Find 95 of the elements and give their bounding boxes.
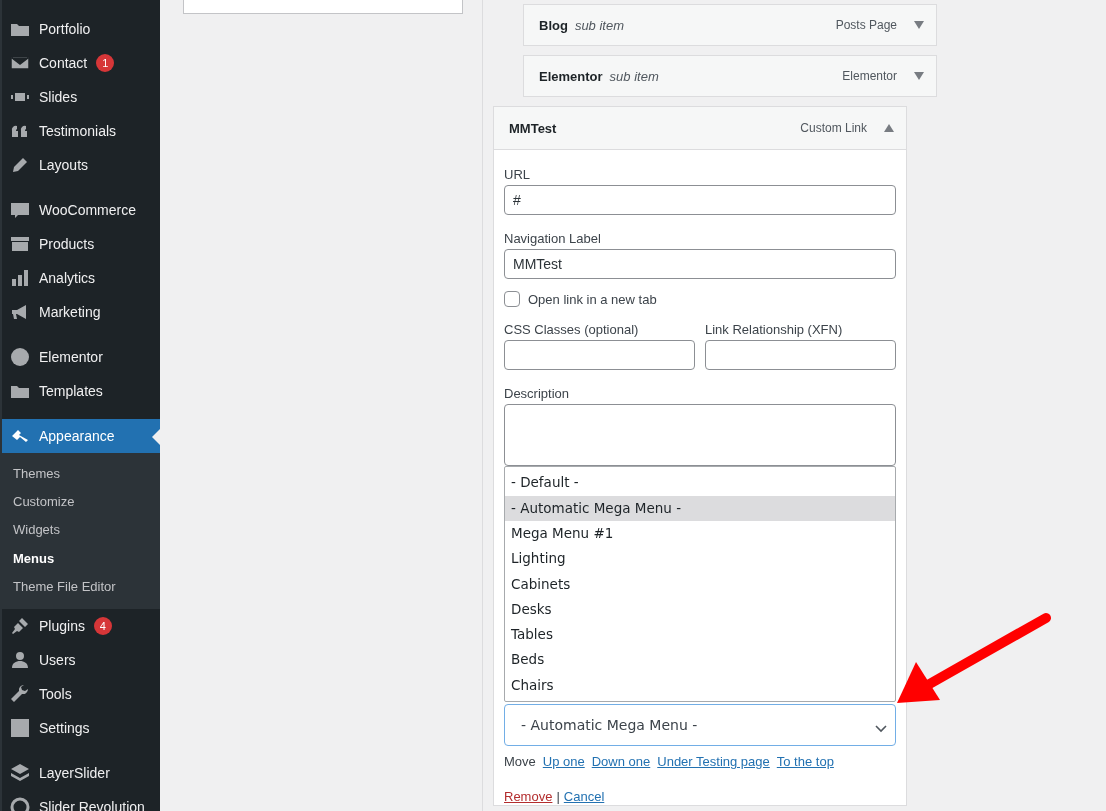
sidebar-item-label: Templates bbox=[39, 383, 103, 399]
mega-menu-select[interactable]: - Automatic Mega Menu - bbox=[504, 704, 896, 746]
chevron-down-icon bbox=[875, 725, 887, 733]
cancel-link[interactable]: Cancel bbox=[563, 789, 605, 804]
sidebar-item-label: Contact bbox=[39, 55, 88, 71]
sidebar-item-label: LayerSlider bbox=[39, 764, 110, 781]
count-badge: 4 bbox=[93, 616, 112, 635]
menu-item-type: Posts Page bbox=[835, 18, 897, 32]
sidebar-item[interactable]: Marketing bbox=[2, 295, 160, 329]
submenu-item[interactable]: Themes bbox=[2, 460, 160, 489]
submenu-item[interactable]: Menus bbox=[2, 544, 160, 573]
dropdown-option[interactable]: - Automatic Mega Menu - bbox=[505, 495, 895, 521]
sidebar-item[interactable]: Analytics bbox=[2, 261, 160, 295]
layers-icon bbox=[10, 762, 30, 783]
description-textarea[interactable] bbox=[504, 404, 896, 466]
sidebar-item-label: Marketing bbox=[39, 304, 101, 320]
field-label: Navigation Label bbox=[504, 231, 602, 246]
sidebar-item-label: Layouts bbox=[39, 157, 89, 173]
menu-item-title: Blog bbox=[539, 17, 568, 33]
plug-icon bbox=[10, 615, 30, 636]
field-label: URL bbox=[504, 167, 531, 182]
sidebar-item[interactable]: Contact 1 bbox=[2, 46, 160, 80]
sidebar-item[interactable]: Elementor bbox=[2, 340, 160, 374]
menu-item-title: Elementor bbox=[539, 68, 603, 84]
wrench-icon bbox=[10, 683, 30, 704]
dropdown-option[interactable]: Lighting bbox=[505, 546, 895, 572]
menu-item-subtitle: sub item bbox=[609, 68, 659, 84]
user-icon bbox=[10, 649, 30, 670]
sidebar-item-label: Plugins bbox=[39, 617, 85, 634]
sidebar-item-label: Settings bbox=[39, 719, 90, 736]
link-separator: | bbox=[556, 789, 560, 804]
expand-icon[interactable] bbox=[914, 72, 924, 80]
checkbox-label: Open link in a new tab bbox=[528, 291, 657, 307]
submenu-item[interactable]: Widgets bbox=[2, 516, 160, 545]
field-label: Description bbox=[504, 386, 571, 401]
sidebar-item-label: WooCommerce bbox=[39, 202, 136, 218]
field-label: Link Relationship (XFN) bbox=[705, 322, 844, 337]
submenu-item[interactable]: Customize bbox=[2, 488, 160, 517]
sidebar-item-label: Tools bbox=[39, 685, 72, 702]
menu-item-bar[interactable]: Blog sub item Posts Page bbox=[523, 4, 937, 46]
sidebar-item[interactable]: Tools bbox=[2, 676, 160, 711]
sidebar-item-label: Products bbox=[39, 236, 95, 252]
dropdown-option[interactable]: Beds bbox=[505, 647, 895, 673]
move-link[interactable]: Under Testing page bbox=[657, 754, 770, 769]
url-input[interactable]: # bbox=[504, 185, 896, 215]
dropdown-option[interactable]: Chairs bbox=[505, 672, 895, 698]
css-classes-input[interactable] bbox=[504, 340, 695, 370]
dropdown-option[interactable]: Desks bbox=[505, 596, 895, 623]
submenu-item[interactable]: Theme File Editor bbox=[2, 572, 160, 601]
sidebar-item-label: Elementor bbox=[39, 349, 103, 365]
move-label: Move bbox=[504, 754, 536, 769]
navigation-label-input[interactable]: MMTest bbox=[504, 249, 896, 279]
panel-header[interactable]: MMTest Custom Link bbox=[494, 107, 906, 150]
menu-item-title: MMTest bbox=[509, 120, 557, 136]
field-label: CSS Classes (optional) bbox=[504, 322, 640, 337]
sidebar-item[interactable]: WooCommerce bbox=[2, 193, 160, 227]
menu-item-type: Elementor bbox=[842, 69, 897, 83]
menu-item-bar[interactable]: Elementor sub item Elementor bbox=[523, 55, 937, 97]
dropdown-option[interactable]: - Default - bbox=[505, 470, 895, 496]
link-relationship-input[interactable] bbox=[705, 340, 896, 370]
checkbox[interactable] bbox=[504, 291, 520, 307]
move-link[interactable]: Down one bbox=[591, 754, 651, 769]
sidebar-item[interactable]: Settings bbox=[2, 710, 160, 745]
sidebar-item[interactable]: Layouts bbox=[2, 148, 160, 182]
dropdown-option[interactable]: Cabinets bbox=[505, 571, 895, 597]
sidebar-item[interactable]: Slides bbox=[2, 80, 160, 114]
sidebar-item-label: Slides bbox=[39, 89, 78, 105]
sidebar-item[interactable]: Products bbox=[2, 227, 160, 261]
sidebar-item-label: Appearance bbox=[39, 428, 115, 444]
count-badge: 1 bbox=[96, 54, 115, 72]
sidebar-item[interactable]: Appearance bbox=[2, 419, 160, 453]
sidebar-item-label: Users bbox=[39, 651, 76, 668]
expand-icon[interactable] bbox=[914, 21, 924, 29]
collapse-icon[interactable] bbox=[884, 124, 894, 132]
sidebar-item-label: Testimonials bbox=[39, 123, 117, 139]
move-link[interactable]: To the top bbox=[776, 754, 834, 769]
sidebar-item[interactable]: Templates bbox=[2, 374, 160, 408]
woo-icon bbox=[10, 200, 30, 220]
bar-chart-icon bbox=[10, 268, 30, 288]
sidebar-item[interactable]: Plugins 4 bbox=[2, 608, 160, 643]
sidebar-item[interactable]: LayerSlider bbox=[2, 755, 160, 790]
pencil-icon bbox=[10, 155, 30, 175]
box-icon bbox=[10, 234, 30, 254]
move-link[interactable]: Up one bbox=[542, 754, 585, 769]
dropdown-option[interactable]: Mega Menu #1 bbox=[505, 520, 895, 547]
sidebar-item[interactable]: Testimonials bbox=[2, 114, 160, 148]
menu-item-type: Custom Link bbox=[800, 121, 867, 135]
sidebar-item-label: Analytics bbox=[39, 270, 96, 286]
sidebar-item[interactable]: Portfolio bbox=[2, 12, 160, 46]
sidebar-item[interactable]: Users bbox=[2, 642, 160, 677]
current-indicator bbox=[152, 429, 160, 445]
sidebar-item-label: Portfolio bbox=[39, 21, 91, 37]
dropdown-option[interactable]: Tables bbox=[505, 622, 895, 648]
menu-item-subtitle: sub item bbox=[574, 17, 625, 33]
remove-link[interactable]: Remove bbox=[504, 789, 553, 804]
